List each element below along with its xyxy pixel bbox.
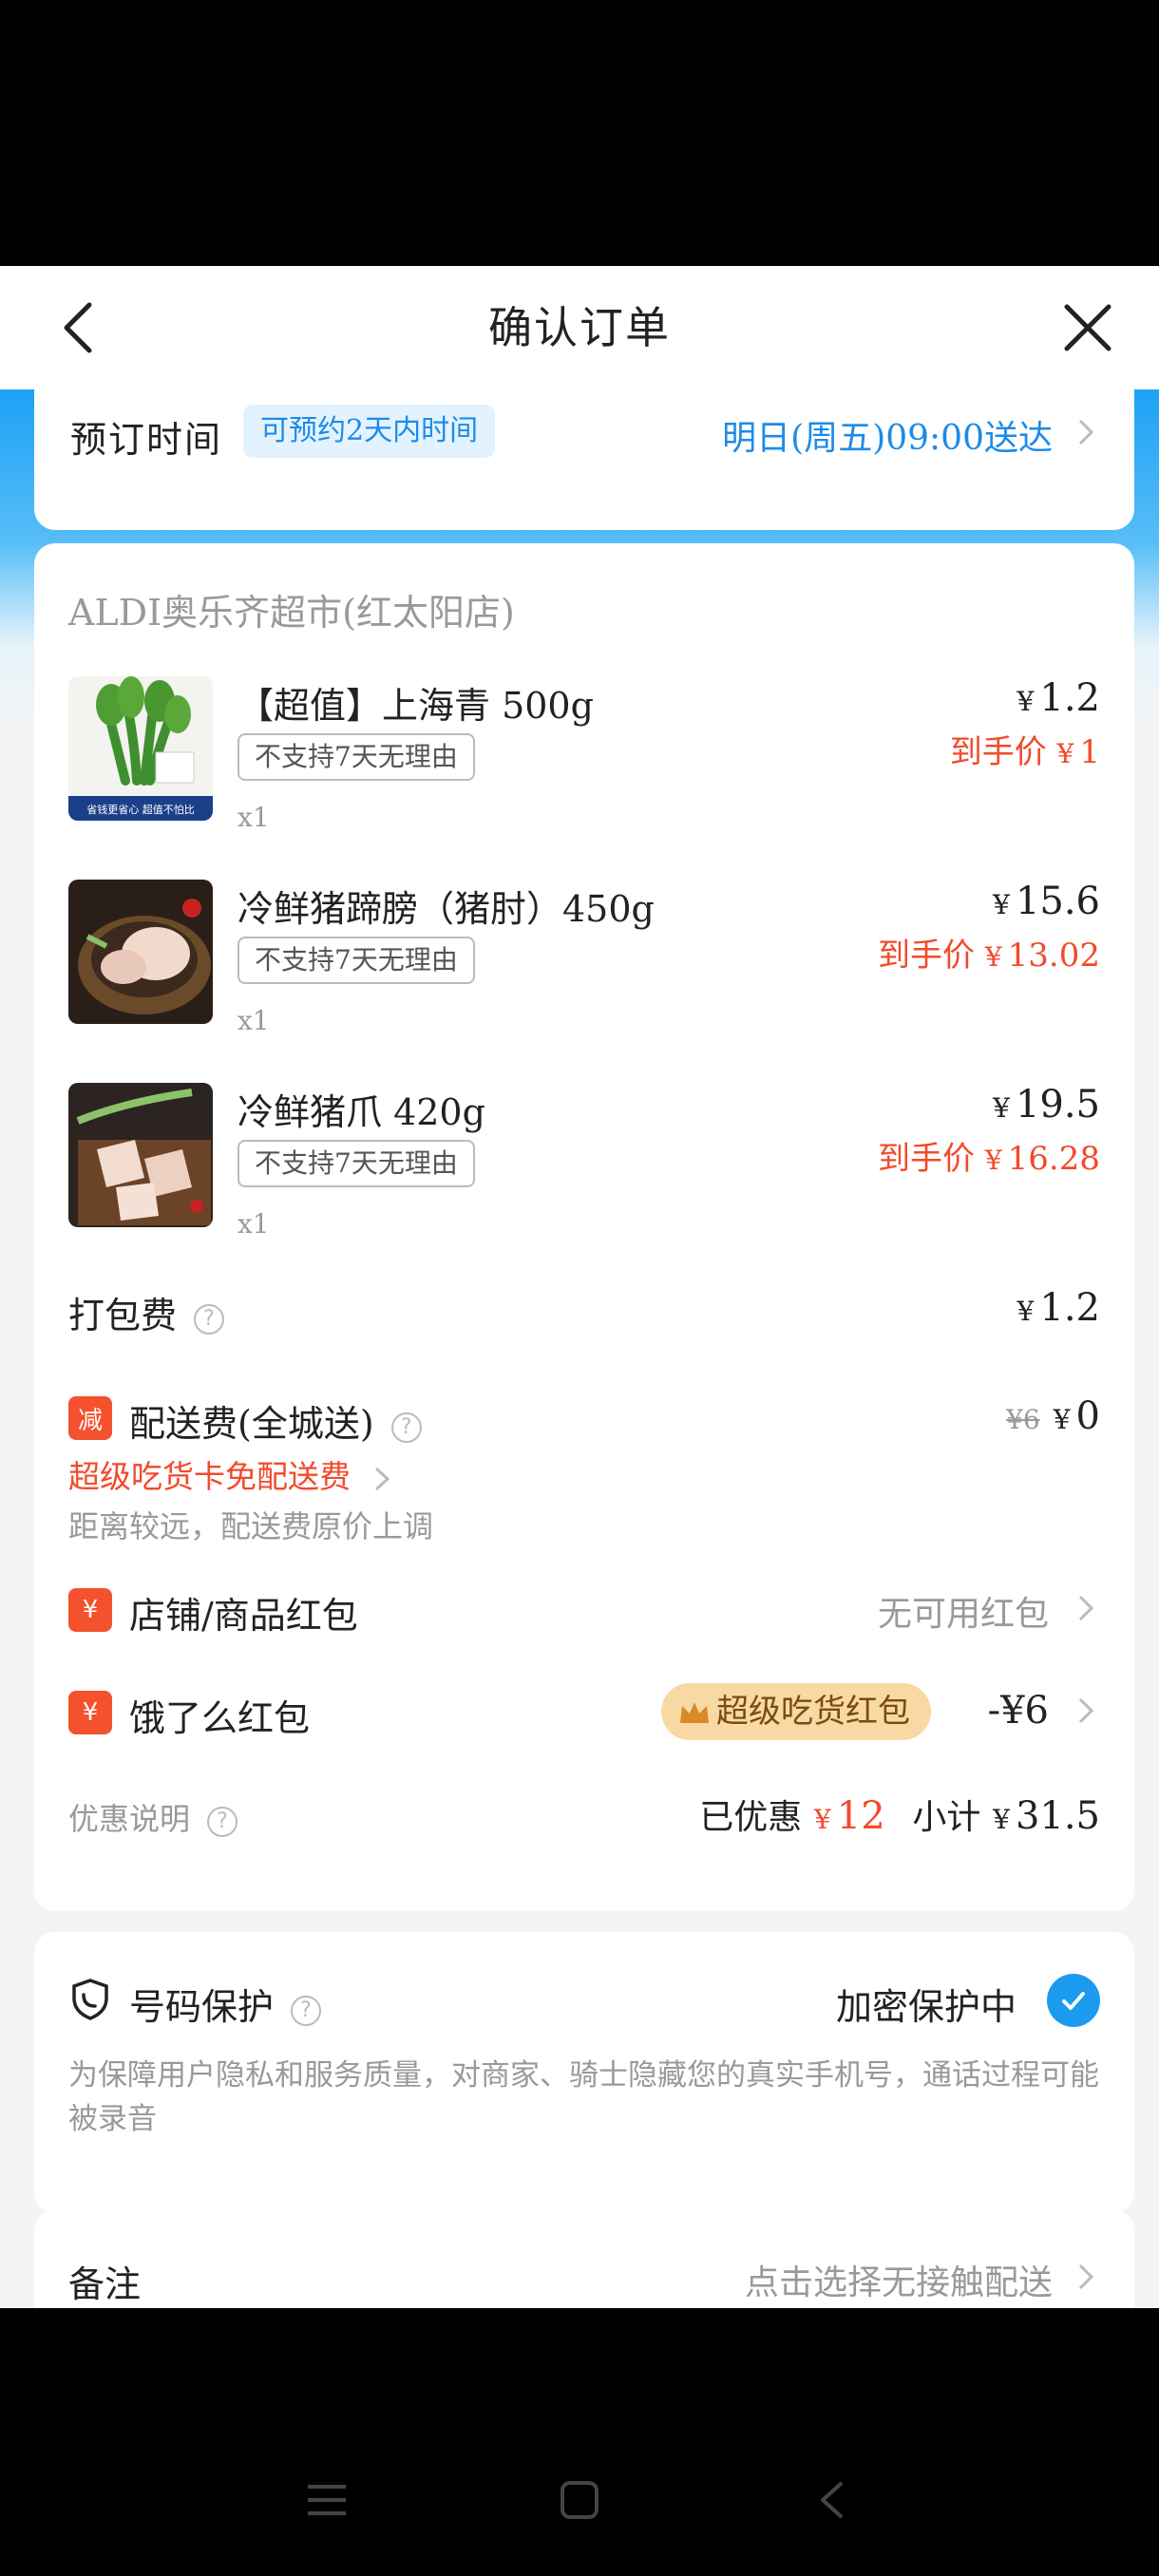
crown-icon bbox=[680, 1702, 709, 1723]
help-icon[interactable]: ? bbox=[194, 1303, 225, 1335]
final-price: 到手价 ¥16.28 bbox=[878, 1140, 1100, 1178]
product-name: 【超值】上海青 500g bbox=[238, 685, 594, 727]
price: ¥19.5 bbox=[993, 1083, 1100, 1127]
quantity: x1 bbox=[238, 802, 270, 833]
product-image bbox=[68, 1083, 213, 1227]
packing-fee-row: 打包费? ¥1.2 bbox=[68, 1286, 1100, 1343]
packing-fee-label: 打包费? bbox=[68, 1286, 225, 1338]
check-icon bbox=[1062, 1992, 1085, 2010]
super-foodie-coupon-badge: 超级吃货红包 bbox=[661, 1683, 931, 1740]
shop-coupon-row[interactable]: ¥ 店铺/商品红包 无可用红包 bbox=[68, 1586, 1100, 1643]
order-card: ALDI奥乐齐超市(红太阳店) 省钱更省心 超值不怕比 【超值】上海青 500g… bbox=[34, 543, 1134, 1911]
delivery-fee-label: 配送费(全城送)? bbox=[129, 1394, 422, 1447]
coupon-icon: ¥ bbox=[68, 1588, 112, 1632]
return-policy-tag: 不支持7天无理由 bbox=[238, 733, 475, 781]
number-protection-card: 号码保护? 加密保护中 为保障用户隐私和服务质量，对商家、骑士隐藏您的真实手机号… bbox=[34, 1932, 1134, 2213]
close-icon bbox=[1064, 304, 1112, 351]
back-nav-button[interactable] bbox=[804, 2472, 861, 2529]
ele-coupon-row[interactable]: ¥ 饿了么红包 超级吃货红包 -¥6 bbox=[68, 1683, 1100, 1750]
delivery-promo[interactable]: 超级吃货卡免配送费 bbox=[68, 1451, 393, 1497]
list-item[interactable]: 冷鲜猪爪 420g 不支持7天无理由 x1 ¥19.5 到手价 ¥16.28 bbox=[68, 1083, 1100, 1273]
shop-coupon-label: 店铺/商品红包 bbox=[129, 1595, 358, 1637]
content-area: 预订时间 可预约2天内时间 明日(周五)09:00送达 ALDI奥乐齐超市(红太… bbox=[0, 389, 1159, 2308]
home-square-icon bbox=[560, 2481, 598, 2519]
top-bar: 确认订单 bbox=[0, 266, 1159, 389]
product-name: 冷鲜猪爪 420g bbox=[238, 1091, 485, 1133]
back-triangle-icon bbox=[821, 2481, 844, 2519]
menu-icon bbox=[308, 2485, 346, 2515]
ele-coupon-label: 饿了么红包 bbox=[129, 1697, 311, 1739]
list-item[interactable]: 冷鲜猪蹄膀（猪肘）450g 不支持7天无理由 x1 ¥15.6 到手价 ¥13.… bbox=[68, 880, 1100, 1070]
quantity: x1 bbox=[238, 1005, 270, 1036]
delivery-fee-value: ¥6 ¥0 bbox=[1006, 1394, 1100, 1438]
summary-row: 优惠说明? 已优惠 ¥12 小计 ¥31.5 bbox=[68, 1790, 1100, 1847]
phone-shield-icon bbox=[68, 1978, 112, 2021]
product-image bbox=[68, 880, 213, 1024]
store-name[interactable]: ALDI奥乐齐超市(红太阳店) bbox=[68, 583, 515, 635]
schedule-label: 预订时间 bbox=[70, 419, 223, 461]
chevron-right-icon bbox=[1072, 2263, 1100, 2291]
original-delivery-fee: ¥6 bbox=[1006, 1404, 1040, 1435]
screen: 确认订单 预订时间 可预约2天内时间 明日(周五)09:00送达 ALDI奥乐齐… bbox=[0, 0, 1159, 2576]
remark-label: 备注 bbox=[68, 2263, 142, 2305]
chevron-right-icon bbox=[1072, 1696, 1100, 1725]
discount-explanation[interactable]: 优惠说明? bbox=[68, 1795, 238, 1839]
packing-fee-value: ¥1.2 bbox=[1016, 1286, 1100, 1330]
protection-checkbox[interactable] bbox=[1047, 1974, 1100, 2027]
product-name: 冷鲜猪蹄膀（猪肘）450g bbox=[238, 888, 655, 930]
discount-badge: 减 bbox=[68, 1396, 112, 1440]
delivery-fee-row: 减 配送费(全城送)? ¥6 ¥0 超级吃货卡免配送费 距离较远，配送费原价上调 bbox=[68, 1394, 1100, 1546]
final-price: 到手价 ¥13.02 bbox=[878, 937, 1100, 975]
chevron-right-icon bbox=[374, 1467, 390, 1491]
coupon-icon: ¥ bbox=[68, 1691, 112, 1734]
chevron-right-icon bbox=[1072, 418, 1100, 446]
system-nav-bar bbox=[0, 2432, 1159, 2576]
schedule-badge: 可预约2天内时间 bbox=[243, 405, 496, 458]
ele-coupon-value: -¥6 bbox=[987, 1689, 1049, 1733]
return-policy-tag: 不支持7天无理由 bbox=[238, 1140, 475, 1187]
number-protection-label: 号码保护? bbox=[129, 1978, 322, 2030]
price: ¥1.2 bbox=[1016, 676, 1100, 720]
order-summary: 已优惠 ¥12 小计 ¥31.5 bbox=[699, 1794, 1100, 1838]
final-price: 到手价 ¥1 bbox=[949, 733, 1100, 771]
delivery-note: 距离较远，配送费原价上调 bbox=[68, 1508, 434, 1544]
quantity: x1 bbox=[238, 1208, 270, 1240]
shop-coupon-value: 无可用红包 bbox=[877, 1595, 1049, 1634]
schedule-value[interactable]: 明日(周五)09:00送达 bbox=[722, 410, 1053, 460]
help-icon[interactable]: ? bbox=[390, 1411, 422, 1443]
protection-status: 加密保护中 bbox=[835, 1986, 1016, 2028]
return-policy-tag: 不支持7天无理由 bbox=[238, 937, 475, 984]
list-item[interactable]: 省钱更省心 超值不怕比 【超值】上海青 500g 不支持7天无理由 x1 ¥1.… bbox=[68, 676, 1100, 866]
product-image: 省钱更省心 超值不怕比 bbox=[68, 676, 213, 821]
schedule-card[interactable]: 预订时间 可预约2天内时间 明日(周五)09:00送达 bbox=[34, 389, 1134, 530]
chevron-right-icon bbox=[1072, 1594, 1100, 1622]
help-icon[interactable]: ? bbox=[291, 1995, 322, 2026]
page-title: 确认订单 bbox=[488, 302, 671, 353]
close-button[interactable] bbox=[1054, 294, 1121, 361]
home-nav-button[interactable] bbox=[551, 2472, 608, 2529]
number-protection-desc: 为保障用户隐私和服务质量，对商家、骑士隐藏您的真实手机号，通话过程可能被录音 bbox=[68, 2058, 1099, 2136]
menu-nav-button[interactable] bbox=[298, 2472, 355, 2529]
remark-card[interactable]: 备注 点击选择无接触配送 bbox=[34, 2209, 1134, 2308]
product-image-caption: 省钱更省心 超值不怕比 bbox=[86, 803, 195, 816]
help-icon[interactable]: ? bbox=[207, 1806, 238, 1837]
price: ¥15.6 bbox=[993, 880, 1100, 923]
remark-value: 点击选择无接触配送 bbox=[744, 2263, 1053, 2302]
